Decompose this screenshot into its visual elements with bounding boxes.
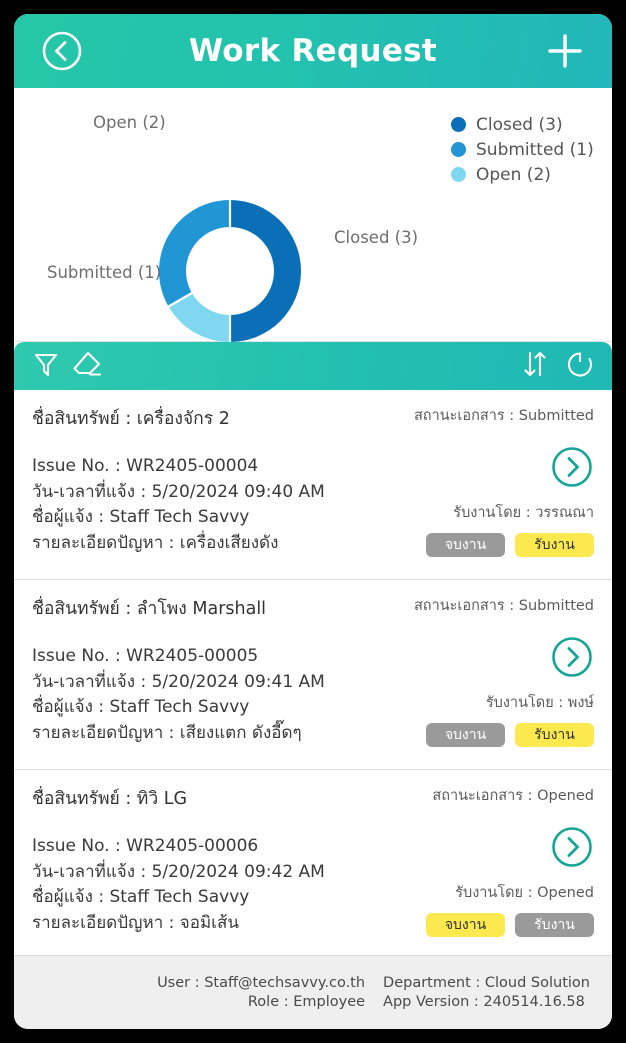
legend-label-submitted: Submitted (1) [476, 139, 594, 160]
donut-slice-open [158, 200, 230, 307]
legend-dot-closed [451, 117, 466, 132]
funnel-filter-icon[interactable] [30, 348, 62, 384]
problem-detail: รายละเอียดปัญหา : จอมิเส้น [32, 912, 239, 933]
accept-job-button[interactable]: รับงาน [515, 533, 594, 557]
filter-toolbar [14, 342, 612, 390]
footer-department: Department : Cloud Solution [383, 975, 590, 991]
sort-arrows-icon[interactable] [520, 348, 550, 384]
chevron-left-circle-icon[interactable] [40, 29, 84, 73]
eraser-icon[interactable] [70, 348, 104, 384]
accept-job-button[interactable]: รับงาน [515, 723, 594, 747]
status-badge: สถานะเอกสาร : Submitted [413, 408, 594, 424]
legend-label-closed: Closed (3) [476, 114, 563, 135]
page-title: Work Request [188, 33, 438, 69]
reporter-name: ชื่อผู้แจ้ง : Staff Tech Savvy [32, 697, 250, 717]
footer-user: User : Staff@techsavvy.co.th [157, 975, 366, 991]
app-header: Work Request [14, 14, 612, 88]
status-badge: สถานะเอกสาร : Submitted [413, 598, 594, 614]
legend-item-submitted[interactable]: Submitted (1) [451, 137, 594, 162]
footer-role: Role : Employee [247, 994, 366, 1010]
report-datetime: วัน-เวลาที่แจ้ง : 5/20/2024 09:41 AM [32, 671, 325, 692]
donut-label-open: Open (2) [93, 113, 166, 132]
finish-job-button[interactable]: จบงาน [426, 913, 505, 937]
assignee-label: รับงานโดย : Opened [455, 885, 594, 901]
chevron-right-circle-icon[interactable] [550, 445, 594, 493]
legend-dot-open [451, 167, 466, 182]
legend-dot-submitted [451, 142, 466, 157]
issue-number: Issue No. : WR2405-00004 [32, 456, 259, 476]
issue-number: Issue No. : WR2405-00006 [32, 836, 259, 856]
reporter-name: ชื่อผู้แจ้ง : Staff Tech Savvy [32, 887, 250, 907]
assignee-label: รับงานโดย : พงษ์ [485, 695, 594, 711]
work-request-list: ชื่อสินทรัพย์ : เครื่องจักร 2 สถานะเอกสา… [14, 390, 612, 955]
refresh-icon[interactable] [564, 348, 596, 384]
accept-job-button[interactable]: รับงาน [515, 913, 594, 937]
row-details: Issue No. : WR2405-00006 วัน-เวลาที่แจ้ง… [32, 834, 432, 936]
finish-job-button[interactable]: จบงาน [426, 533, 505, 557]
table-row[interactable]: ชื่อสินทรัพย์ : เครื่องจักร 2 สถานะเอกสา… [14, 390, 612, 580]
row-actions: รับงานโดย : Opened จบงาน รับงาน [389, 825, 594, 937]
footer-app-version: App Version : 240514.16.58 [383, 994, 585, 1010]
donut-label-closed: Closed (3) [334, 228, 419, 247]
chevron-right-circle-icon[interactable] [550, 825, 594, 873]
table-row[interactable]: ชื่อสินทรัพย์ : ลำโพง Marshall สถานะเอกส… [14, 580, 612, 770]
report-datetime: วัน-เวลาที่แจ้ง : 5/20/2024 09:42 AM [32, 861, 325, 882]
donut-label-submitted: Submitted (1) [47, 263, 162, 282]
row-actions: รับงานโดย : วรรณณา จบงาน รับงาน [389, 445, 594, 557]
problem-detail: รายละเอียดปัญหา : เสียงแตก ดังอี๊ดๆ [32, 722, 302, 743]
legend-item-closed[interactable]: Closed (3) [451, 112, 594, 137]
app-window: Work Request Open (2) Submitted (1) Clos… [14, 14, 612, 1029]
reporter-name: ชื่อผู้แจ้ง : Staff Tech Savvy [32, 507, 250, 527]
row-actions: รับงานโดย : พงษ์ จบงาน รับงาน [389, 635, 594, 747]
table-row[interactable]: ชื่อสินทรัพย์ : ทิวิ LG สถานะเอกสาร : Op… [14, 770, 612, 955]
donut-slice-closed [230, 200, 301, 342]
work-request-chart-card: Open (2) Submitted (1) Closed (3) Closed… [14, 88, 612, 342]
legend-item-open[interactable]: Open (2) [451, 162, 594, 187]
finish-job-button[interactable]: จบงาน [426, 723, 505, 747]
issue-number: Issue No. : WR2405-00005 [32, 646, 259, 666]
plus-icon[interactable] [542, 28, 588, 74]
assignee-label: รับงานโดย : วรรณณา [453, 505, 594, 521]
row-details: Issue No. : WR2405-00005 วัน-เวลาที่แจ้ง… [32, 644, 432, 746]
problem-detail: รายละเอียดปัญหา : เครื่องเสียงดัง [32, 532, 279, 553]
chevron-right-circle-icon[interactable] [550, 635, 594, 683]
row-details: Issue No. : WR2405-00004 วัน-เวลาที่แจ้ง… [32, 454, 432, 556]
status-donut-chart [147, 188, 313, 354]
legend-label-open: Open (2) [476, 164, 551, 185]
app-footer: User : Staff@techsavvy.co.th Department … [14, 955, 612, 1029]
chart-legend: Closed (3) Submitted (1) Open (2) [451, 112, 594, 187]
status-badge: สถานะเอกสาร : Opened [432, 788, 594, 804]
report-datetime: วัน-เวลาที่แจ้ง : 5/20/2024 09:40 AM [32, 481, 325, 502]
